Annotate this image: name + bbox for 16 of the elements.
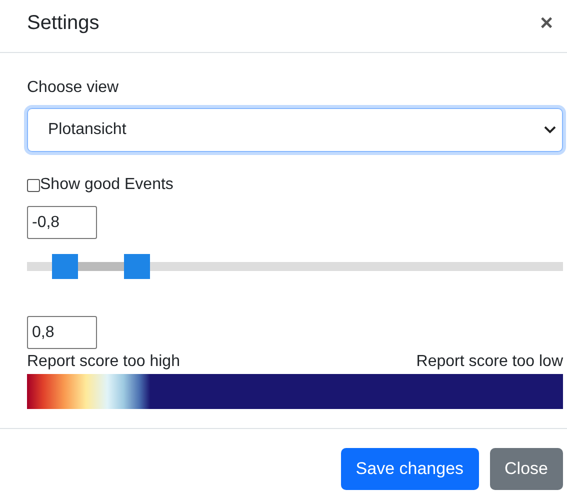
slider-range [78, 262, 124, 271]
save-button[interactable]: Save changes [340, 448, 479, 490]
checkbox-label: Show good Events [40, 176, 174, 194]
field-label: Choose view [27, 79, 120, 97]
slider-handle[interactable] [52, 254, 78, 279]
close-button[interactable]: Close [490, 448, 563, 490]
legend-label: Report score too low [416, 353, 563, 371]
checkbox[interactable] [27, 178, 40, 192]
view-dropdown[interactable]: Plotansicht [27, 108, 563, 152]
dialog-title: Settings [27, 12, 100, 34]
caret-icon [544, 126, 556, 134]
close-button[interactable]: × [536, 10, 557, 36]
slider-handle[interactable] [124, 254, 150, 279]
max-value-field[interactable]: 0,8 [27, 316, 97, 349]
legend-label: Report score too high [27, 353, 180, 371]
min-value-field[interactable]: -0,8 [27, 206, 97, 239]
